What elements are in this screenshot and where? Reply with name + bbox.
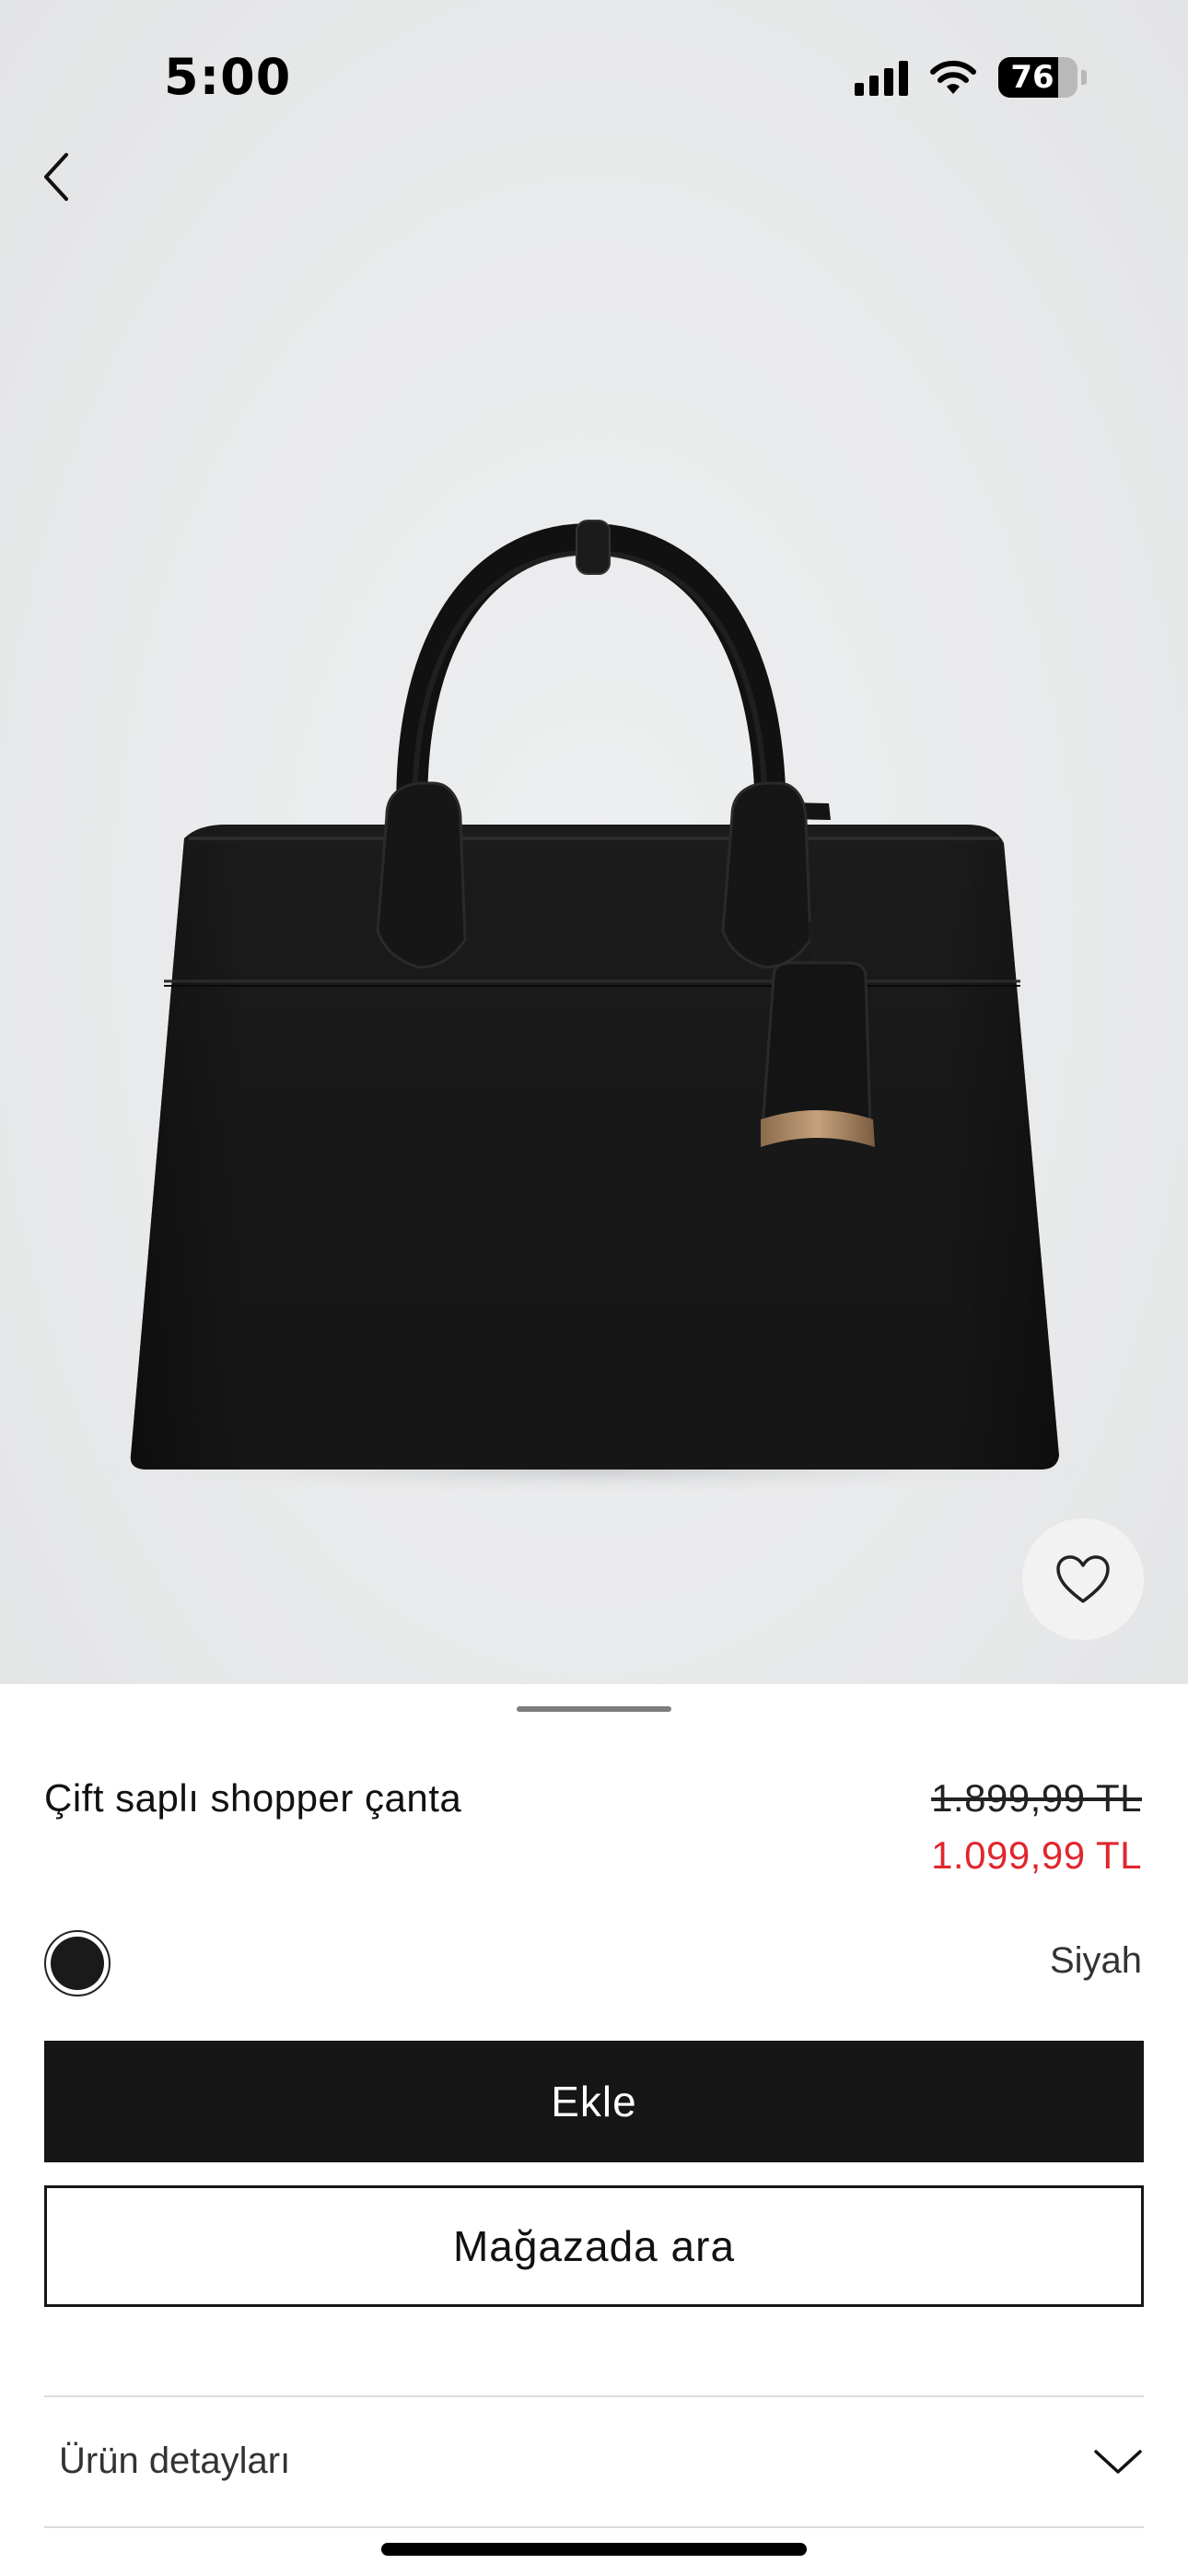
find-in-store-button[interactable]: Mağazada ara <box>44 2185 1144 2307</box>
original-price: 1.899,99 TL <box>931 1776 1142 1820</box>
product-image-area[interactable]: 5:00 76 <box>0 0 1188 1684</box>
status-time: 5:00 <box>164 48 292 106</box>
product-image[interactable] <box>0 0 1188 1684</box>
wifi-icon <box>930 60 976 94</box>
status-icons: 76 <box>855 57 1087 98</box>
product-details-label: Ürün detayları <box>59 2440 291 2481</box>
battery-level: 76 <box>1010 59 1054 96</box>
sheet-drag-handle[interactable] <box>517 1706 671 1712</box>
battery-icon: 76 <box>998 57 1087 98</box>
divider <box>44 2526 1144 2528</box>
chevron-down-icon[interactable] <box>1092 2446 1144 2476</box>
product-details-accordion[interactable]: Ürün detayları <box>44 2395 1144 2526</box>
cellular-signal-icon <box>855 59 908 96</box>
color-swatch-black[interactable] <box>44 1930 111 1996</box>
home-indicator[interactable] <box>381 2543 807 2556</box>
product-title: Çift saplı shopper çanta <box>44 1776 462 1820</box>
heart-outline-icon <box>1056 1555 1110 1603</box>
selected-color-name: Siyah <box>1049 1940 1142 1981</box>
chevron-left-icon[interactable] <box>37 147 77 206</box>
favorite-button[interactable] <box>1022 1518 1144 1640</box>
sale-price: 1.099,99 TL <box>931 1833 1142 1877</box>
add-to-cart-button[interactable]: Ekle <box>44 2041 1144 2162</box>
